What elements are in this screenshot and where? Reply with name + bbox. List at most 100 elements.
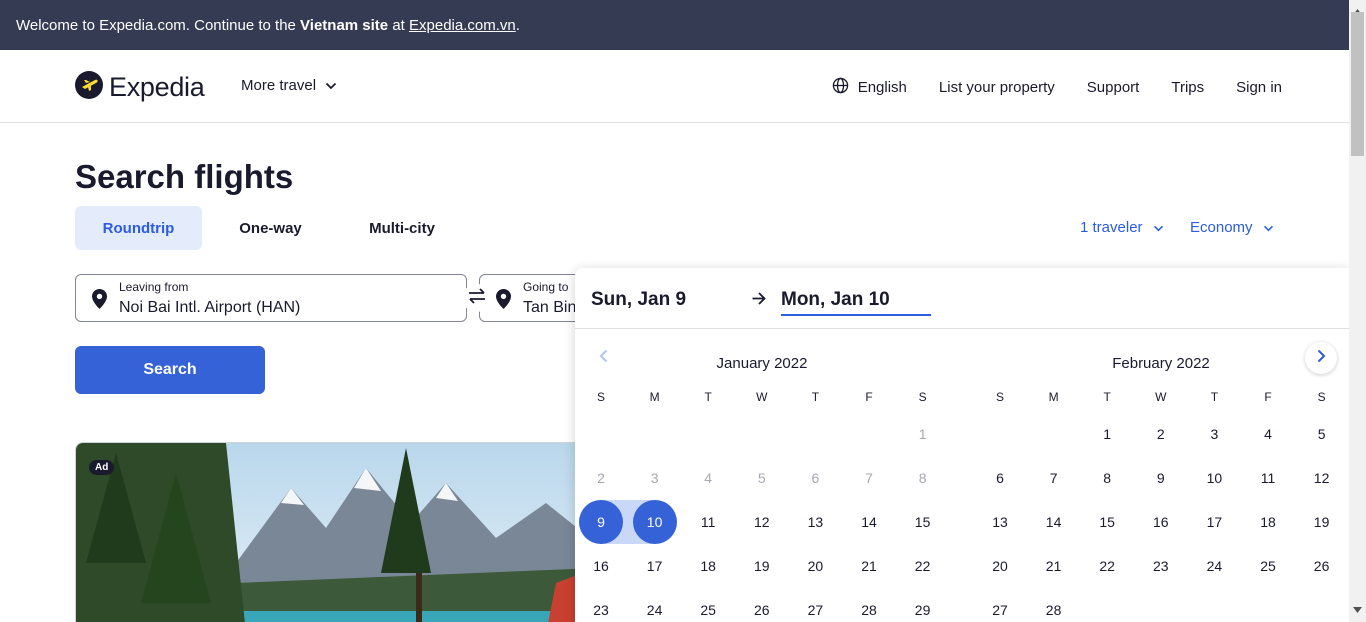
calendar-day[interactable]: 7 <box>1032 456 1076 500</box>
weekday-header: T <box>1210 390 1219 404</box>
banner-text: Welcome to Expedia.com. Continue to the <box>16 16 301 34</box>
calendar-day[interactable]: 24 <box>633 588 677 622</box>
calendar-day[interactable]: 22 <box>901 544 945 588</box>
expedia-logo-icon <box>75 71 103 104</box>
calendar-day[interactable]: 14 <box>847 500 891 544</box>
calendar-day[interactable]: 18 <box>1246 500 1290 544</box>
calendar-day[interactable]: 17 <box>1192 500 1236 544</box>
weekday-header: S <box>918 390 927 404</box>
weekday-header: S <box>1317 390 1326 404</box>
calendar-day[interactable]: 16 <box>1139 500 1183 544</box>
search-button[interactable]: Search <box>75 346 265 394</box>
weekday-header: M <box>649 390 660 404</box>
more-travel-menu[interactable]: More travel <box>241 77 337 94</box>
calendar-day[interactable]: 1 <box>1085 412 1129 456</box>
calendar-day[interactable]: 17 <box>633 544 677 588</box>
scrollbar-thumb[interactable] <box>1351 12 1364 156</box>
calendar-day[interactable]: 15 <box>1085 500 1129 544</box>
end-date-display[interactable]: Mon, Jan 10 <box>781 289 931 316</box>
weekday-header: F <box>1264 390 1272 404</box>
calendar-day[interactable]: 9 <box>1139 456 1183 500</box>
sign-in-link[interactable]: Sign in <box>1236 79 1282 96</box>
calendar-day[interactable]: 24 <box>1192 544 1236 588</box>
calendar-day[interactable]: 26 <box>1300 544 1344 588</box>
chevron-right-icon <box>1317 349 1326 368</box>
calendar-day[interactable]: 20 <box>978 544 1022 588</box>
calendar-day[interactable]: 18 <box>686 544 730 588</box>
calendar-day[interactable]: 10 <box>1192 456 1236 500</box>
calendar-day: 3 <box>650 470 659 486</box>
calendar-day[interactable]: 5 <box>1300 412 1344 456</box>
calendar-day[interactable]: 2 <box>1139 412 1183 456</box>
calendar-day[interactable]: 4 <box>1246 412 1290 456</box>
calendar-day[interactable]: 14 <box>1032 500 1076 544</box>
tab-roundtrip[interactable]: Roundtrip <box>75 206 202 250</box>
next-month-button[interactable] <box>1305 342 1337 374</box>
calendar-day[interactable]: 6 <box>978 456 1022 500</box>
calendar-day[interactable]: 19 <box>740 544 784 588</box>
leaving-from-field[interactable]: Leaving from Noi Bai Intl. Airport (HAN) <box>75 274 467 322</box>
calendar-day[interactable]: 25 <box>1246 544 1290 588</box>
calendar-day[interactable]: 22 <box>1085 544 1129 588</box>
start-date-display[interactable]: Sun, Jan 9 <box>591 289 686 311</box>
calendar-day[interactable]: 27 <box>978 588 1022 622</box>
calendar-day[interactable]: 13 <box>978 500 1022 544</box>
calendar-day[interactable]: 12 <box>1300 456 1344 500</box>
scroll-down-arrow-icon[interactable] <box>1353 600 1362 618</box>
trips-link[interactable]: Trips <box>1171 79 1204 96</box>
chevron-left-icon <box>599 349 608 368</box>
calendar-day[interactable]: 23 <box>579 588 623 622</box>
cabin-class-label: Economy <box>1190 219 1253 236</box>
tab-one-way[interactable]: One-way <box>210 206 331 250</box>
calendar-day[interactable]: 21 <box>847 544 891 588</box>
calendar-day[interactable]: 15 <box>901 500 945 544</box>
calendar-day[interactable]: 12 <box>740 500 784 544</box>
calendar-day-selected[interactable]: 10 <box>632 500 677 544</box>
date-picker-popup: Sun, Jan 9 Mon, Jan 10 January 2022 Febr… <box>575 268 1349 622</box>
calendar-day[interactable]: 23 <box>1139 544 1183 588</box>
calendar-day[interactable]: 16 <box>579 544 623 588</box>
tab-multi-city[interactable]: Multi-city <box>339 206 465 250</box>
weekday-header: F <box>865 390 873 404</box>
banner-text-middle: at <box>388 16 410 34</box>
calendar-day[interactable]: 28 <box>847 588 891 622</box>
calendar-day[interactable]: 29 <box>901 588 945 622</box>
calendar-day-selected[interactable]: 9 <box>579 500 623 544</box>
page-scrollbar[interactable] <box>1349 0 1366 622</box>
support-link[interactable]: Support <box>1087 79 1140 96</box>
calendar-day[interactable]: 13 <box>793 500 837 544</box>
cabin-class-selector[interactable]: Economy <box>1190 219 1274 236</box>
calendar-day[interactable]: 28 <box>1032 588 1076 622</box>
mountain-lake-image <box>76 443 594 622</box>
globe-icon <box>832 77 849 98</box>
calendar-day[interactable]: 8 <box>1085 456 1129 500</box>
calendar-day[interactable]: 11 <box>686 500 730 544</box>
calendar-day[interactable]: 20 <box>793 544 837 588</box>
swap-locations-button[interactable] <box>462 284 492 312</box>
language-label: English <box>857 79 907 96</box>
banner-site-link[interactable]: Expedia.com.vn <box>409 17 516 34</box>
leaving-from-label: Leaving from <box>119 280 189 294</box>
calendar-day[interactable]: 21 <box>1032 544 1076 588</box>
promo-banner-image[interactable]: Ad <box>75 442 595 622</box>
expedia-logo[interactable]: Expedia <box>75 71 205 104</box>
weekday-header: M <box>1048 390 1059 404</box>
calendar-day[interactable]: 27 <box>793 588 837 622</box>
more-travel-label: More travel <box>241 77 317 94</box>
travelers-selector[interactable]: 1 traveler <box>1080 219 1164 236</box>
calendar-day: 4 <box>704 470 713 486</box>
calendar-day[interactable]: 19 <box>1300 500 1344 544</box>
calendar-day[interactable]: 3 <box>1192 412 1236 456</box>
location-pin-icon <box>496 289 511 314</box>
swap-arrows-icon <box>467 287 487 310</box>
location-pin-icon <box>92 289 107 314</box>
month-title-january: January 2022 <box>716 355 808 372</box>
calendar-day[interactable]: 26 <box>740 588 784 622</box>
calendar-day[interactable]: 25 <box>686 588 730 622</box>
previous-month-button[interactable] <box>587 342 619 374</box>
language-selector[interactable]: English <box>832 77 907 98</box>
calendar-day[interactable]: 11 <box>1246 456 1290 500</box>
list-property-link[interactable]: List your property <box>939 79 1055 96</box>
weekday-header: W <box>756 390 768 404</box>
site-banner: Welcome to Expedia.com. Continue to the … <box>0 0 1349 50</box>
